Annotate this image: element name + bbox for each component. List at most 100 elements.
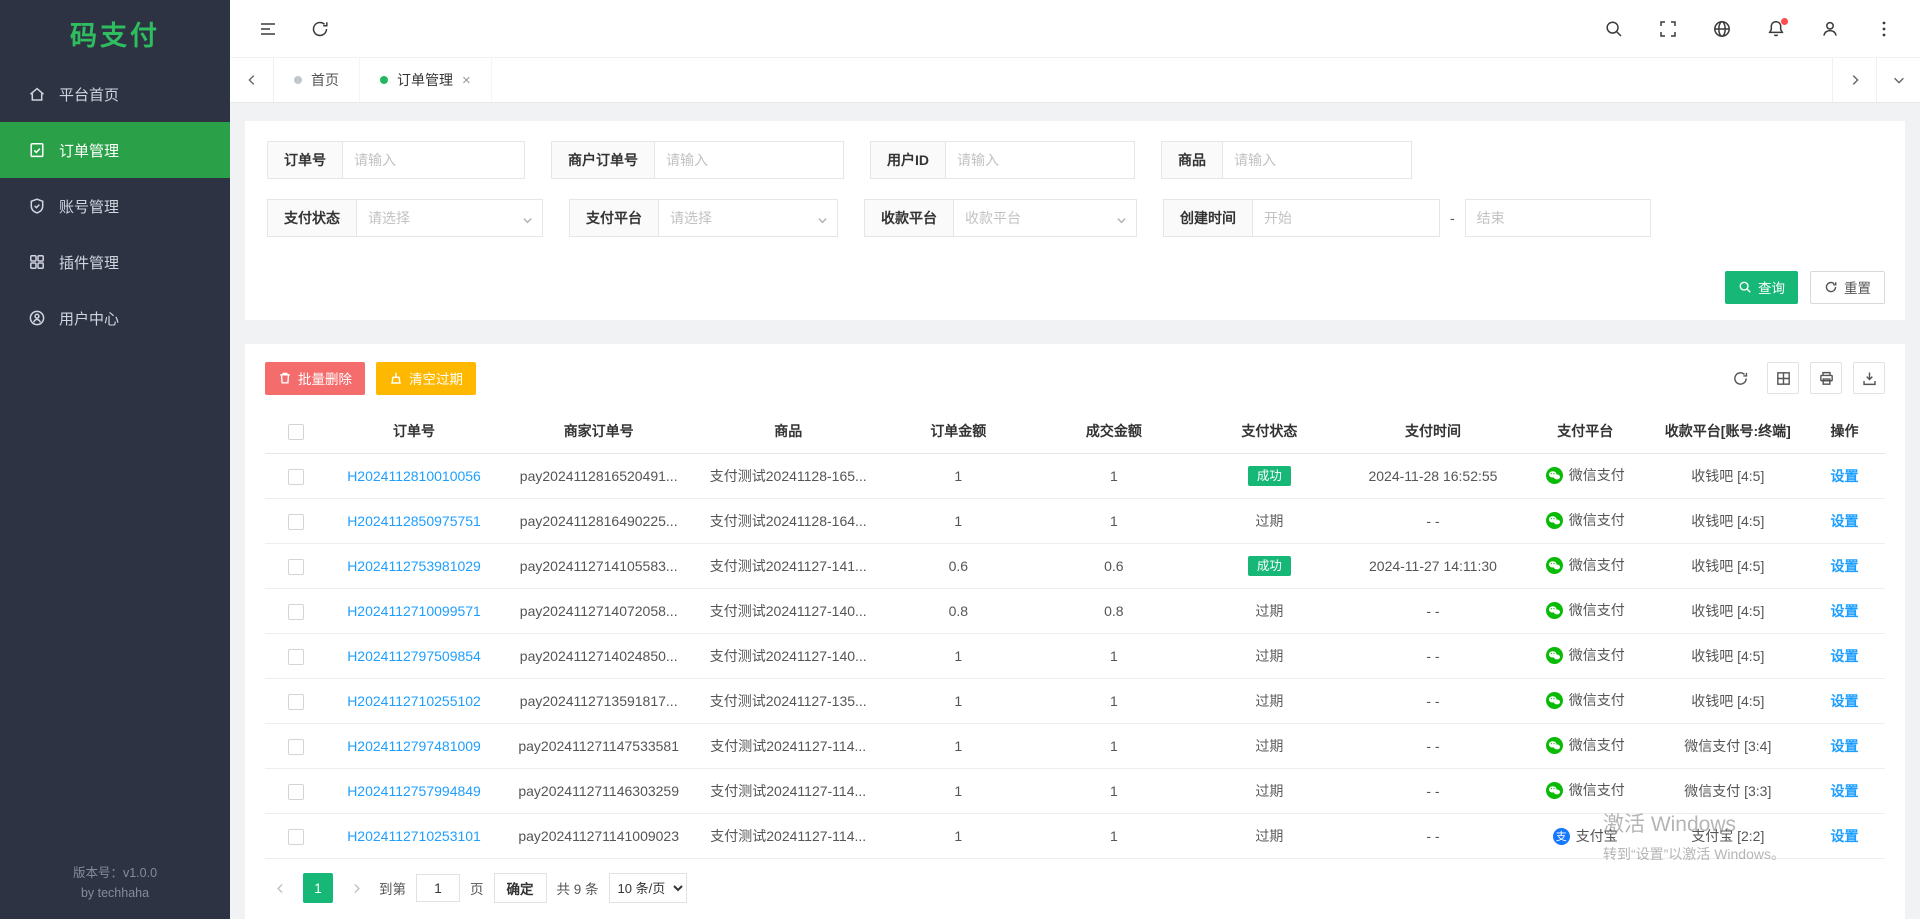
row-checkbox[interactable] — [288, 469, 304, 485]
platform-icon: 支 — [1546, 737, 1563, 754]
order-no-link[interactable]: H2024112757994849 — [347, 783, 481, 799]
wechat-pay-icon — [1546, 737, 1563, 754]
settings-link[interactable]: 设置 — [1830, 693, 1858, 709]
row-checkbox[interactable] — [288, 514, 304, 530]
pay-platform-select[interactable]: 请选择 — [658, 199, 838, 237]
more-menu-icon[interactable] — [1874, 19, 1894, 39]
order-no-link[interactable]: H2024112710253101 — [347, 828, 481, 844]
settings-link[interactable]: 设置 — [1830, 513, 1858, 529]
table-refresh-icon[interactable] — [1724, 362, 1756, 394]
columns-filter-icon[interactable] — [1767, 362, 1799, 394]
merchant-no-input[interactable] — [654, 141, 844, 179]
row-checkbox[interactable] — [288, 559, 304, 575]
receive-platform-select[interactable]: 收款平台 — [953, 199, 1137, 237]
end-date-input[interactable] — [1465, 199, 1651, 237]
sidebar-item-home[interactable]: 平台首页 — [0, 66, 230, 122]
tabs-scroll-left[interactable] — [230, 58, 274, 102]
sidebar-item-label: 账号管理 — [59, 196, 119, 217]
filter-merchant-no: 商户订单号 — [551, 141, 844, 179]
order-no-link[interactable]: H2024112753981029 — [347, 558, 481, 574]
order-amount: 0.6 — [949, 558, 968, 574]
next-page-icon[interactable] — [343, 874, 369, 902]
fullscreen-icon[interactable] — [1658, 19, 1678, 39]
tab-close-icon[interactable]: × — [462, 73, 471, 88]
product-input[interactable] — [1222, 141, 1412, 179]
row-checkbox[interactable] — [288, 829, 304, 845]
order-no-link[interactable]: H2024112797509854 — [347, 648, 481, 664]
sidebar-item-label: 平台首页 — [59, 84, 119, 105]
sidebar-item-label: 用户中心 — [59, 308, 119, 329]
row-checkbox[interactable] — [288, 604, 304, 620]
row-checkbox[interactable] — [288, 694, 304, 710]
clear-expired-button[interactable]: 清空过期 — [376, 362, 476, 395]
reset-button[interactable]: 重置 — [1810, 271, 1885, 304]
order-no-input[interactable] — [342, 141, 525, 179]
main-area: 首页 订单管理 × 订单号 商户订单号 — [230, 0, 1920, 919]
tab-home[interactable]: 首页 — [274, 58, 360, 102]
user-id-input[interactable] — [945, 141, 1135, 179]
row-checkbox[interactable] — [288, 739, 304, 755]
order-amount: 1 — [954, 468, 962, 484]
jump-page-input[interactable] — [416, 874, 460, 902]
sidebar-item-plugins[interactable]: 插件管理 — [0, 234, 230, 290]
platform-icon: 支 — [1553, 828, 1570, 845]
prev-page-icon[interactable] — [267, 874, 293, 902]
sidebar-item-user-center[interactable]: 用户中心 — [0, 290, 230, 346]
search-icon[interactable] — [1604, 19, 1624, 39]
language-globe-icon[interactable] — [1712, 19, 1732, 39]
tabs-menu-dropdown[interactable] — [1876, 58, 1920, 102]
status-badge: 成功 — [1248, 466, 1291, 487]
col-product: 商品 — [696, 410, 881, 454]
table-row: H2024112757994849 pay202411271146303259 … — [265, 769, 1885, 814]
sidebar-item-orders[interactable]: 订单管理 — [0, 122, 230, 178]
tab-orders[interactable]: 订单管理 × — [360, 58, 492, 102]
select-all-checkbox[interactable] — [288, 424, 304, 440]
order-no-link[interactable]: H2024112850975751 — [347, 513, 481, 529]
print-icon[interactable] — [1810, 362, 1842, 394]
notifications-bell-icon[interactable] — [1766, 19, 1786, 39]
pay-time: - - — [1426, 828, 1439, 844]
page-number-current[interactable]: 1 — [303, 873, 333, 903]
start-date-input[interactable] — [1252, 199, 1440, 237]
merchant-order-no: pay2024112713591817... — [520, 693, 678, 709]
jump-confirm-button[interactable]: 确定 — [494, 873, 547, 903]
row-checkbox[interactable] — [288, 649, 304, 665]
pay-platform-cell: 支 微信支付 — [1546, 510, 1625, 530]
search-button[interactable]: 查询 — [1725, 271, 1798, 304]
paid-amount: 1 — [1110, 513, 1118, 529]
settings-link[interactable]: 设置 — [1830, 738, 1858, 754]
user-avatar-icon[interactable] — [1820, 19, 1840, 39]
refresh-page-icon[interactable] — [310, 19, 330, 39]
settings-link[interactable]: 设置 — [1830, 468, 1858, 484]
platform-name: 微信支付 — [1569, 600, 1625, 620]
settings-link[interactable]: 设置 — [1830, 558, 1858, 574]
platform-icon: 支 — [1546, 512, 1563, 529]
pay-platform-cell: 支 微信支付 — [1546, 465, 1625, 485]
settings-link[interactable]: 设置 — [1830, 648, 1858, 664]
status-badge: 过期 — [1255, 783, 1283, 799]
merchant-order-no: pay202411271146303259 — [518, 783, 679, 799]
tab-spacer — [492, 58, 1832, 102]
order-no-link[interactable]: H2024112710255102 — [347, 693, 481, 709]
wechat-pay-icon — [1546, 557, 1563, 574]
order-no-link[interactable]: H2024112797481009 — [347, 738, 481, 754]
platform-name: 支付宝 — [1576, 826, 1618, 846]
row-checkbox[interactable] — [288, 784, 304, 800]
order-amount: 1 — [954, 783, 962, 799]
settings-link[interactable]: 设置 — [1830, 603, 1858, 619]
order-icon — [28, 141, 46, 159]
collapse-sidebar-icon[interactable] — [258, 19, 278, 39]
export-icon[interactable] — [1853, 362, 1885, 394]
settings-link[interactable]: 设置 — [1830, 783, 1858, 799]
tabs-scroll-right[interactable] — [1832, 58, 1876, 102]
order-no-link[interactable]: H2024112710099571 — [347, 603, 481, 619]
batch-delete-button[interactable]: 批量删除 — [265, 362, 365, 395]
trash-icon — [278, 371, 292, 385]
pay-status-select[interactable]: 请选择 — [356, 199, 543, 237]
page-size-select[interactable]: 10 条/页 — [609, 873, 687, 903]
sidebar-item-accounts[interactable]: 账号管理 — [0, 178, 230, 234]
merchant-order-no: pay2024112714105583... — [520, 558, 678, 574]
order-no-link[interactable]: H2024112810010056 — [347, 468, 481, 484]
product-name: 支付测试20241127-135... — [710, 693, 867, 709]
settings-link[interactable]: 设置 — [1830, 828, 1858, 844]
